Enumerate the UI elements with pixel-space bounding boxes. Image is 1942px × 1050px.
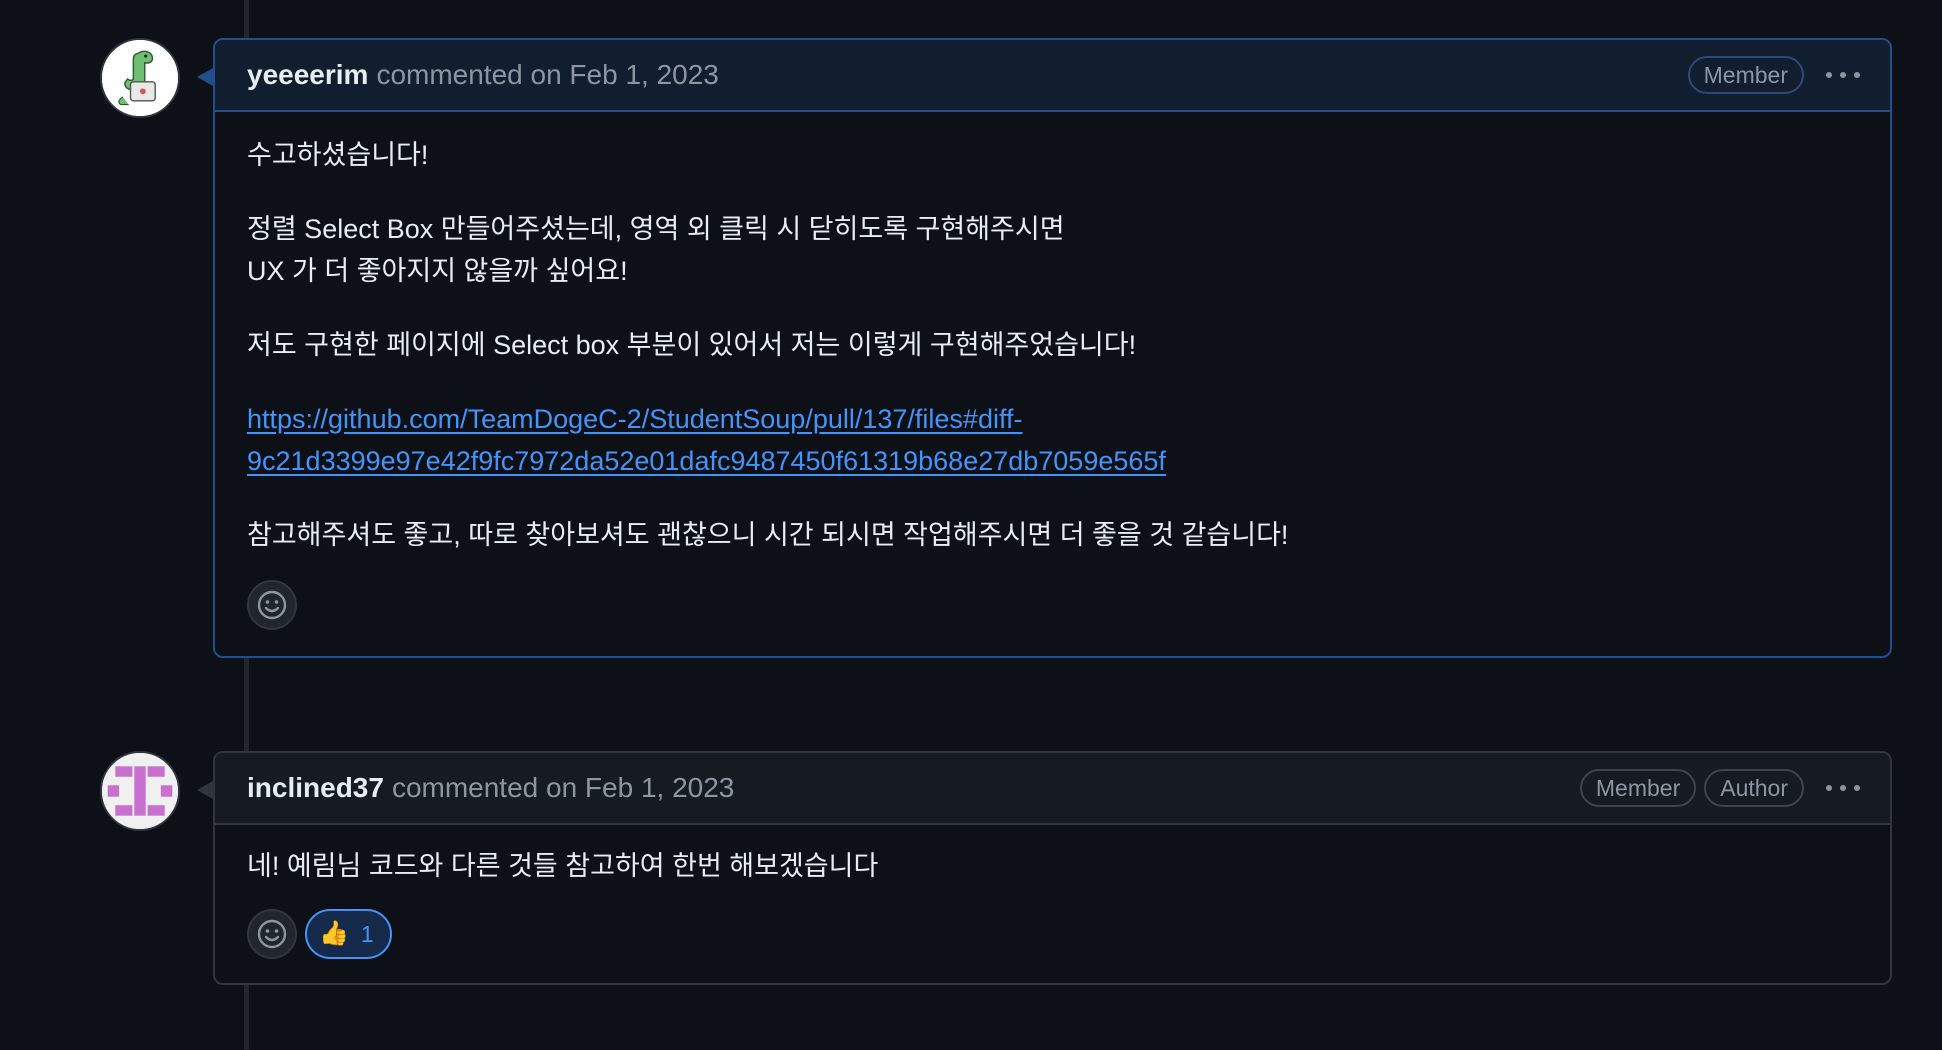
comment-box: inclined37 commented on Feb 1, 2023 Memb… [197, 751, 1892, 985]
smiley-icon [257, 919, 287, 949]
author-link[interactable]: yeeeerim [247, 59, 368, 91]
paragraph-line: 정렬 Select Box 만들어주셨는데, 영역 외 클릭 시 닫히도록 구현… [247, 214, 1065, 244]
thumbs-up-icon: 👍 [319, 920, 349, 947]
reactions-bar: 👍 1 [247, 909, 1858, 959]
member-badge: Member [1687, 56, 1804, 94]
paragraph: 참고해주셔도 좋고, 따로 찾아보셔도 괜찮으니 시간 되시면 작업해주시면 더… [247, 520, 1289, 550]
dinosaur-avatar-icon [102, 40, 178, 116]
page: yeeeerim commented on Feb 1, 2023 Member… [0, 0, 1942, 1050]
reaction-count: 1 [360, 921, 374, 947]
avatar[interactable] [100, 38, 180, 118]
comment-timestamp[interactable]: commented on Feb 1, 2023 [392, 772, 734, 804]
paragraph: https://github.com/TeamDogeC-2/StudentSo… [247, 398, 1858, 482]
comment-box: yeeeerim commented on Feb 1, 2023 Member… [197, 38, 1892, 658]
kebab-icon[interactable] [1826, 63, 1860, 87]
link-line: https://github.com/TeamDogeC-2/StudentSo… [247, 404, 1023, 434]
identicon-avatar-icon [102, 753, 178, 829]
author-badge: Author [1704, 769, 1804, 807]
comment-header: yeeeerim commented on Feb 1, 2023 Member [215, 40, 1890, 112]
thumbs-up-reaction[interactable]: 👍 1 [305, 909, 392, 959]
kebab-icon[interactable] [1826, 776, 1860, 800]
diff-link[interactable]: https://github.com/TeamDogeC-2/StudentSo… [247, 404, 1166, 476]
smiley-icon [257, 590, 287, 620]
paragraph: 수고하셨습니다! [247, 140, 429, 170]
add-reaction-button[interactable] [247, 909, 297, 959]
link-line: 9c21d3399e97e42f9fc7972da52e01dafc948745… [247, 446, 1166, 476]
paragraph: 저도 구현한 페이지에 Select box 부분이 있어서 저는 이렇게 구현… [247, 330, 1137, 360]
reactions-bar [247, 580, 1858, 630]
add-reaction-button[interactable] [247, 580, 297, 630]
member-badge: Member [1579, 769, 1697, 807]
comment-timestamp[interactable]: commented on Feb 1, 2023 [376, 59, 718, 91]
paragraph-line: UX 가 더 좋아지지 않을까 싶어요! [247, 256, 628, 286]
paragraph: 네! 예림님 코드와 다른 것들 참고하여 한번 해보겠습니다 [247, 851, 879, 881]
comment-header: inclined37 commented on Feb 1, 2023 Memb… [215, 753, 1890, 825]
avatar[interactable] [100, 751, 180, 831]
comment-body: 네! 예림님 코드와 다른 것들 참고하여 한번 해보겠습니다 👍 1 [215, 825, 1890, 983]
author-link[interactable]: inclined37 [247, 772, 384, 804]
comment-body: 수고하셨습니다! 정렬 Select Box 만들어주셨는데, 영역 외 클릭 … [215, 112, 1890, 656]
paragraph: 정렬 Select Box 만들어주셨는데, 영역 외 클릭 시 닫히도록 구현… [247, 208, 1858, 292]
